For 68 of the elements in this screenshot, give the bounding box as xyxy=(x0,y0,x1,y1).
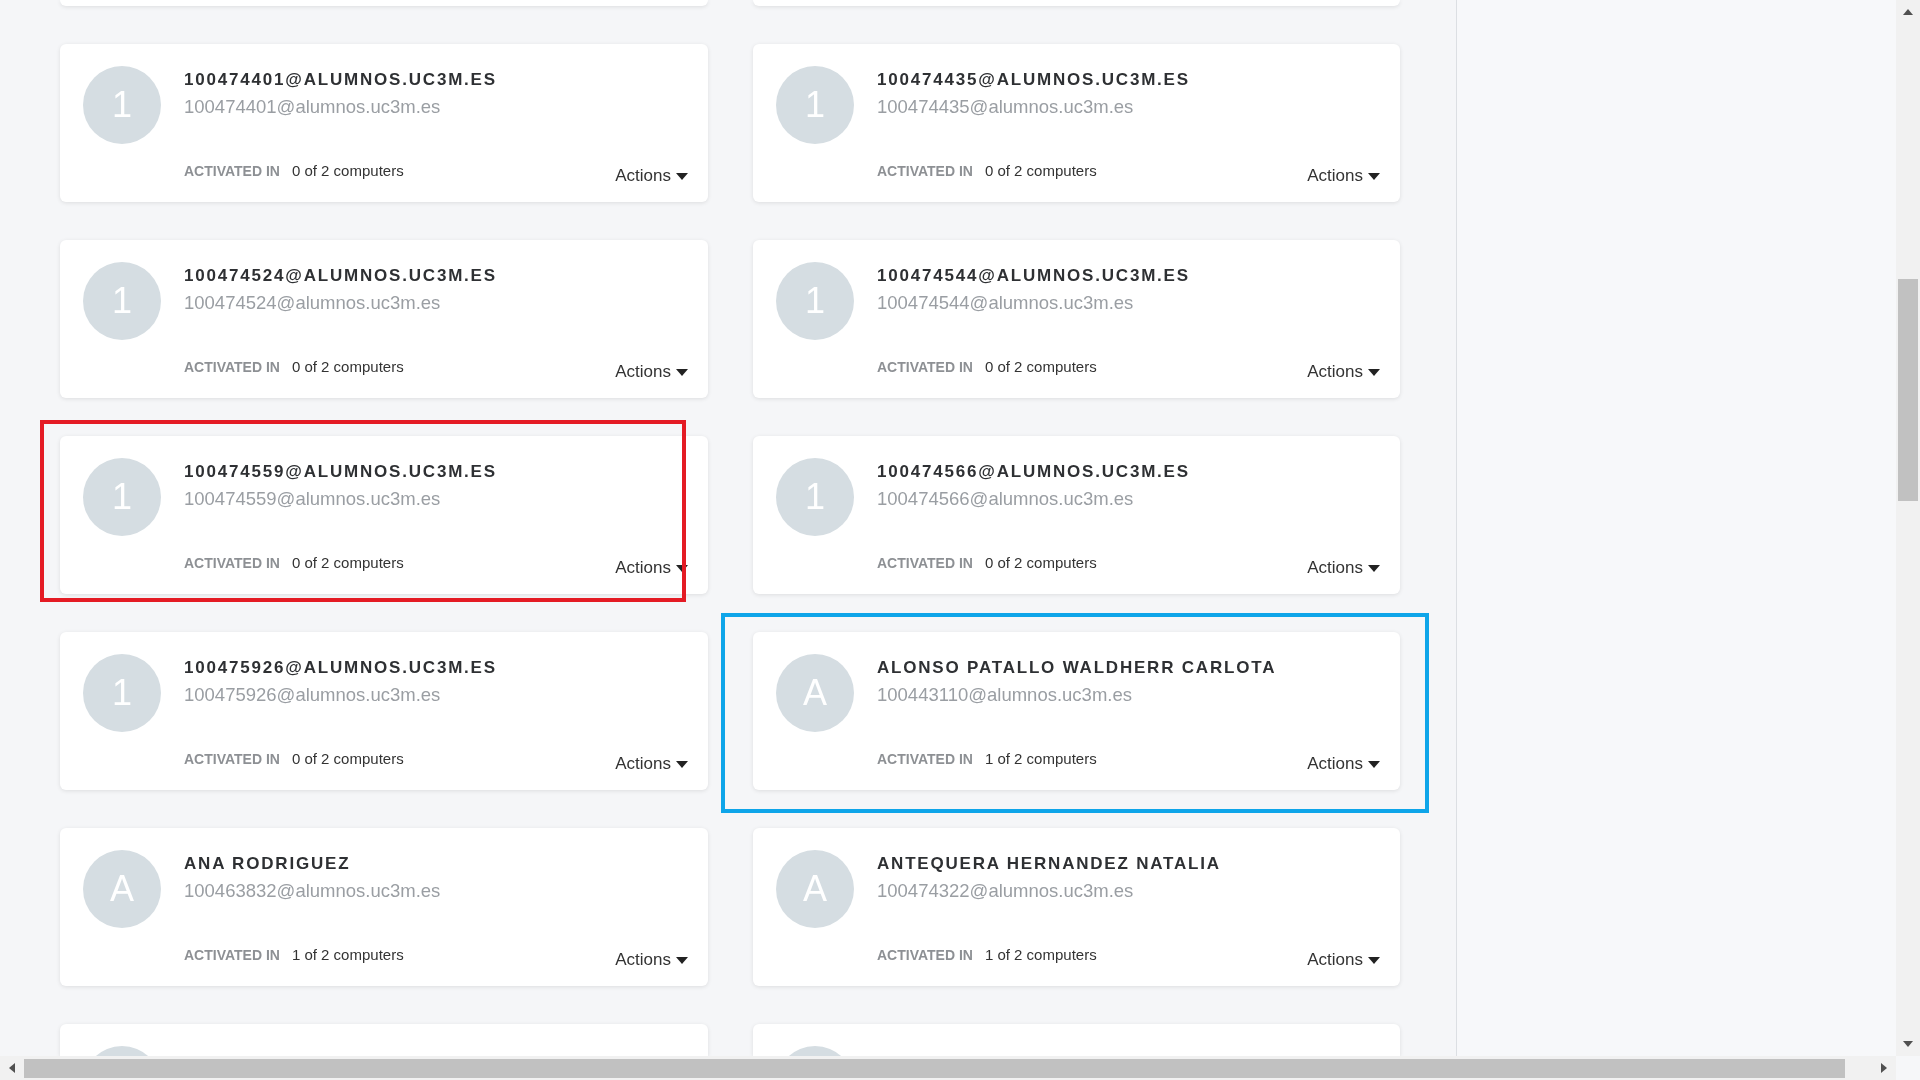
activated-label: ACTIVATED IN xyxy=(184,750,280,769)
user-name: 100474435@ALUMNOS.UC3M.ES xyxy=(877,69,1191,91)
user-name: ALONSO PATALLO WALDHERR CARLOTA xyxy=(877,657,1278,679)
activation-count: 0 of 2 computers xyxy=(291,161,404,181)
activated-label: ACTIVATED IN xyxy=(877,358,973,377)
caret-down-icon xyxy=(676,564,688,572)
actions-button[interactable]: Actions xyxy=(1307,361,1380,383)
user-email: 100475926@alumnos.uc3m.es xyxy=(184,683,442,707)
activated-label: ACTIVATED IN xyxy=(877,554,973,573)
scrollbar-thumb[interactable] xyxy=(24,1058,1845,1078)
actions-button[interactable]: Actions xyxy=(1307,165,1380,187)
caret-down-icon xyxy=(1368,172,1380,180)
user-email: 100474566@alumnos.uc3m.es xyxy=(877,487,1135,511)
caret-down-icon xyxy=(676,956,688,964)
activation-count: 1 of 2 computers xyxy=(984,945,1097,965)
caret-down-icon xyxy=(1368,564,1380,572)
actions-button[interactable]: Actions xyxy=(615,557,688,579)
caret-up-icon[interactable] xyxy=(1903,9,1913,15)
user-name: ANTEQUERA HERNANDEZ NATALIA xyxy=(877,853,1222,875)
user-email: 100463832@alumnos.uc3m.es xyxy=(184,879,442,903)
user-email: 100474401@alumnos.uc3m.es xyxy=(184,95,442,119)
caret-down-icon xyxy=(676,760,688,768)
caret-down-icon[interactable] xyxy=(1903,1041,1913,1047)
user-name: 100474559@ALUMNOS.UC3M.ES xyxy=(184,461,498,483)
caret-left-icon[interactable] xyxy=(9,1063,15,1073)
scrollbar-thumb[interactable] xyxy=(1898,279,1918,501)
activated-label: ACTIVATED IN xyxy=(184,162,280,181)
activated-label: ACTIVATED IN xyxy=(877,162,973,181)
activation-count: 0 of 2 computers xyxy=(291,357,404,377)
user-email: 100474559@alumnos.uc3m.es xyxy=(184,487,442,511)
user-name: 100475926@ALUMNOS.UC3M.ES xyxy=(184,657,498,679)
caret-right-icon[interactable] xyxy=(1881,1063,1887,1073)
user-name: ANA RODRIGUEZ xyxy=(184,853,352,875)
activation-count: 0 of 2 computers xyxy=(291,749,404,769)
user-email: 100443110@alumnos.uc3m.es xyxy=(877,683,1133,707)
user-name: 100474566@ALUMNOS.UC3M.ES xyxy=(877,461,1191,483)
caret-down-icon xyxy=(676,172,688,180)
horizontal-scrollbar[interactable] xyxy=(0,1056,1896,1080)
activated-label: ACTIVATED IN xyxy=(877,946,973,965)
user-name: 100474544@ALUMNOS.UC3M.ES xyxy=(877,265,1191,287)
activation-count: 0 of 2 computers xyxy=(291,553,404,573)
activated-label: ACTIVATED IN xyxy=(184,554,280,573)
caret-down-icon xyxy=(1368,760,1380,768)
user-email: 100474322@alumnos.uc3m.es xyxy=(877,879,1135,903)
activated-label: ACTIVATED IN xyxy=(877,750,973,769)
user-email: 100474524@alumnos.uc3m.es xyxy=(184,291,442,315)
activation-count: 1 of 2 computers xyxy=(291,945,404,965)
vertical-scrollbar[interactable] xyxy=(1896,0,1920,1056)
actions-button[interactable]: Actions xyxy=(615,361,688,383)
activation-count: 0 of 2 computers xyxy=(984,161,1097,181)
activation-count: 0 of 2 computers xyxy=(984,357,1097,377)
actions-button[interactable]: Actions xyxy=(1307,753,1380,775)
activated-label: ACTIVATED IN xyxy=(184,358,280,377)
actions-button[interactable]: Actions xyxy=(1307,557,1380,579)
actions-button[interactable]: Actions xyxy=(1307,949,1380,971)
caret-down-icon xyxy=(1368,368,1380,376)
caret-down-icon xyxy=(1368,956,1380,964)
activation-count: 1 of 2 computers xyxy=(984,749,1097,769)
caret-down-icon xyxy=(676,368,688,376)
activation-count: 0 of 2 computers xyxy=(984,553,1097,573)
actions-button[interactable]: Actions xyxy=(615,949,688,971)
actions-button[interactable]: Actions xyxy=(615,753,688,775)
user-name: 100474524@ALUMNOS.UC3M.ES xyxy=(184,265,498,287)
user-email: 100474435@alumnos.uc3m.es xyxy=(877,95,1135,119)
user-name: 100474401@ALUMNOS.UC3M.ES xyxy=(184,69,498,91)
actions-button[interactable]: Actions xyxy=(615,165,688,187)
user-email: 100474544@alumnos.uc3m.es xyxy=(877,291,1135,315)
activated-label: ACTIVATED IN xyxy=(184,946,280,965)
